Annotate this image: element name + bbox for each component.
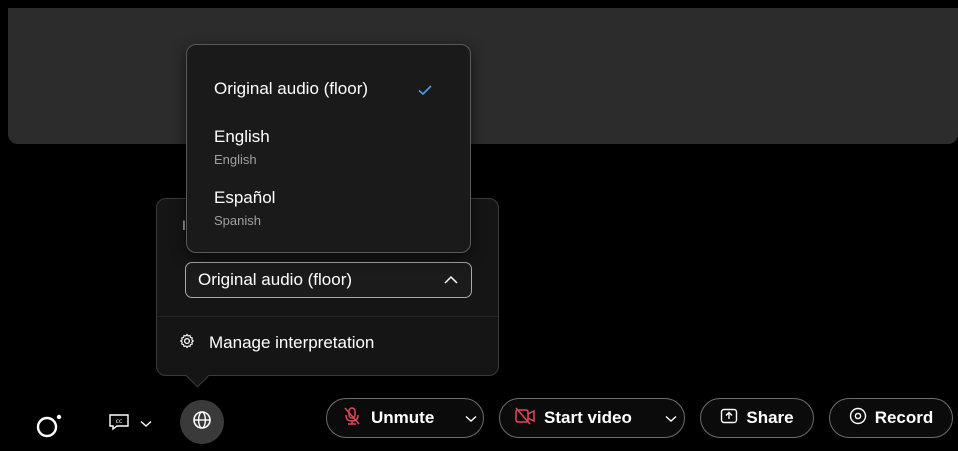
start-video-button-group: Start video (499, 398, 685, 438)
option-sublabel: English (214, 152, 257, 167)
captions-button[interactable]: cc (103, 412, 157, 436)
chevron-down-icon (665, 408, 677, 428)
gear-icon (179, 333, 195, 354)
language-dropdown-menu: Original audio (floor) English English E… (186, 44, 471, 253)
svg-text:cc: cc (116, 418, 123, 425)
manage-interpretation-label: Manage interpretation (209, 333, 375, 352)
video-stage-area (8, 8, 958, 144)
video-off-icon (514, 407, 536, 430)
language-select-value: Original audio (floor) (198, 270, 353, 289)
option-original-audio[interactable]: Original audio (floor) (214, 79, 368, 99)
panel-divider (157, 316, 498, 317)
unmute-button[interactable]: Unmute (327, 405, 448, 432)
share-icon (720, 407, 738, 430)
manage-interpretation-button[interactable]: Manage interpretation (179, 330, 374, 356)
option-espanol[interactable]: Español Spanish (214, 188, 275, 228)
chevron-down-icon (140, 415, 152, 433)
share-button[interactable]: Share (700, 398, 814, 438)
share-label: Share (746, 408, 794, 427)
option-label: English (214, 127, 270, 146)
chevron-up-icon (443, 275, 459, 285)
start-video-button[interactable]: Start video (500, 407, 649, 430)
option-label: Original audio (floor) (214, 79, 369, 98)
chevron-down-icon (465, 408, 477, 428)
record-button[interactable]: Record (829, 398, 953, 438)
video-options-button[interactable] (659, 405, 684, 431)
unmute-label: Unmute (371, 408, 435, 427)
check-icon (417, 83, 433, 101)
start-video-label: Start video (544, 408, 632, 427)
reactions-icon[interactable] (34, 410, 66, 442)
panel-pointer (185, 363, 210, 388)
closed-caption-icon: cc (108, 413, 130, 436)
mic-muted-icon (341, 405, 363, 432)
record-icon (849, 407, 867, 430)
option-sublabel: Spanish (214, 213, 261, 228)
language-interpretation-button[interactable] (180, 400, 224, 444)
option-label: Español (214, 188, 276, 207)
record-label: Record (874, 408, 934, 427)
unmute-options-button[interactable] (458, 405, 483, 431)
option-english[interactable]: English English (214, 127, 270, 167)
unmute-button-group: Unmute (326, 398, 484, 438)
language-select[interactable]: Original audio (floor) (185, 262, 472, 298)
globe-icon (192, 410, 212, 435)
